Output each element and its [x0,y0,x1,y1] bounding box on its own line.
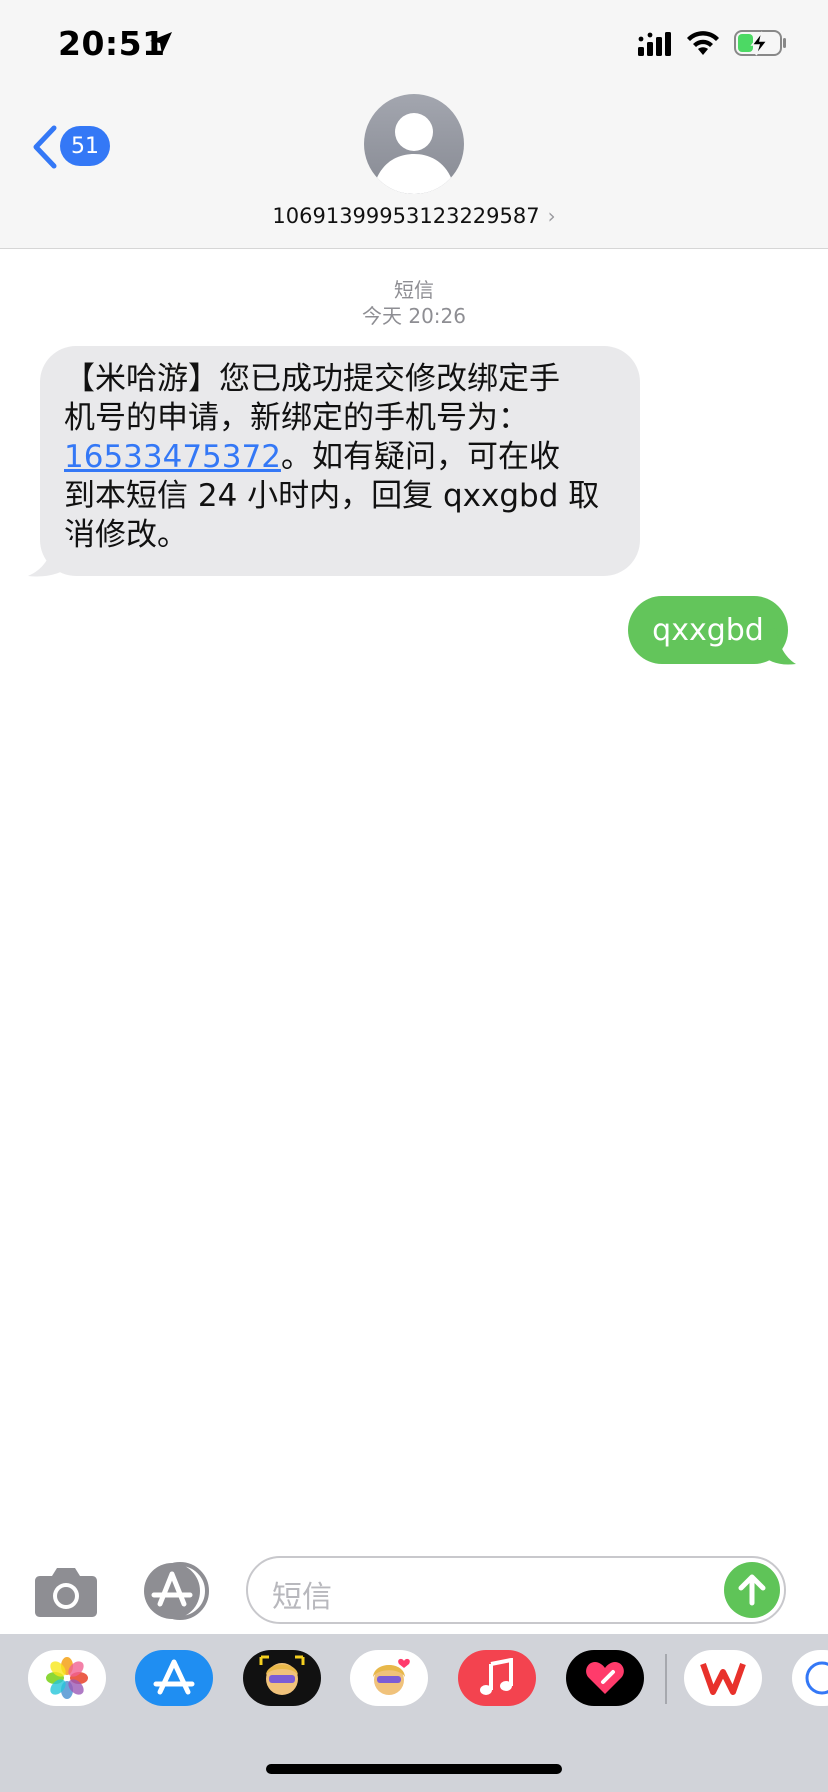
app-store-icon[interactable] [135,1650,213,1706]
incoming-bubble-tail [28,540,74,577]
input-placeholder: 短信 [272,1580,332,1615]
send-button[interactable] [724,1562,780,1618]
digital-touch-icon[interactable] [566,1650,644,1706]
memoji-stickers-icon[interactable] [350,1650,428,1706]
home-indicator[interactable] [266,1764,562,1774]
incoming-message-bubble[interactable]: 【米哈游】您已成功提交修改绑定手 机号的申请，新绑定的手机号为： 1653347… [40,346,640,576]
message-line: 16533475372。如有疑问，可在收 [64,438,618,477]
message-line: 到本短信 24 小时内，回复 qxxgbd 取 [64,478,600,514]
drawer-divider [665,1654,667,1704]
message-text: 。如有疑问，可在收 [280,439,560,475]
chevron-right-icon: › [547,204,556,228]
memoji-camera-icon[interactable] [243,1650,321,1706]
service-label: 短信 [394,278,434,302]
message-timestamp: 今天 20:26 [362,304,466,328]
message-text: qxxgbd [652,612,764,648]
photos-icon[interactable] [28,1650,106,1706]
battery-charging-icon [734,30,786,56]
contact-number: 10691399953123229587 [272,204,540,228]
partial-app-icon[interactable] [792,1650,828,1706]
camera-icon[interactable] [34,1566,98,1618]
message-line: 机号的申请，新绑定的手机号为： [64,400,529,436]
person-silhouette-icon [376,113,452,194]
music-icon[interactable] [458,1650,536,1706]
wifi-icon [687,31,719,55]
message-input[interactable]: 短信 [246,1556,786,1624]
back-chevron-icon[interactable] [30,124,60,170]
contact-avatar[interactable] [364,94,464,194]
unread-count-badge[interactable]: 51 [60,126,110,166]
status-bar: 20:51 [0,0,828,90]
app-store-icon[interactable] [140,1562,212,1620]
message-line: 消修改。 [64,517,188,553]
signal-icon [638,32,671,56]
conversation-header: 51 10691399953123229587 › [0,90,828,249]
outgoing-bubble-tail [762,628,796,665]
phone-number-link[interactable]: 16533475372 [64,439,281,475]
location-arrow-icon [150,32,172,54]
arrow-up-icon [738,1574,766,1606]
wps-office-icon[interactable] [684,1650,762,1706]
message-line: 【米哈游】您已成功提交修改绑定手 [64,361,560,397]
contact-name-row[interactable]: 10691399953123229587 › [0,204,828,228]
